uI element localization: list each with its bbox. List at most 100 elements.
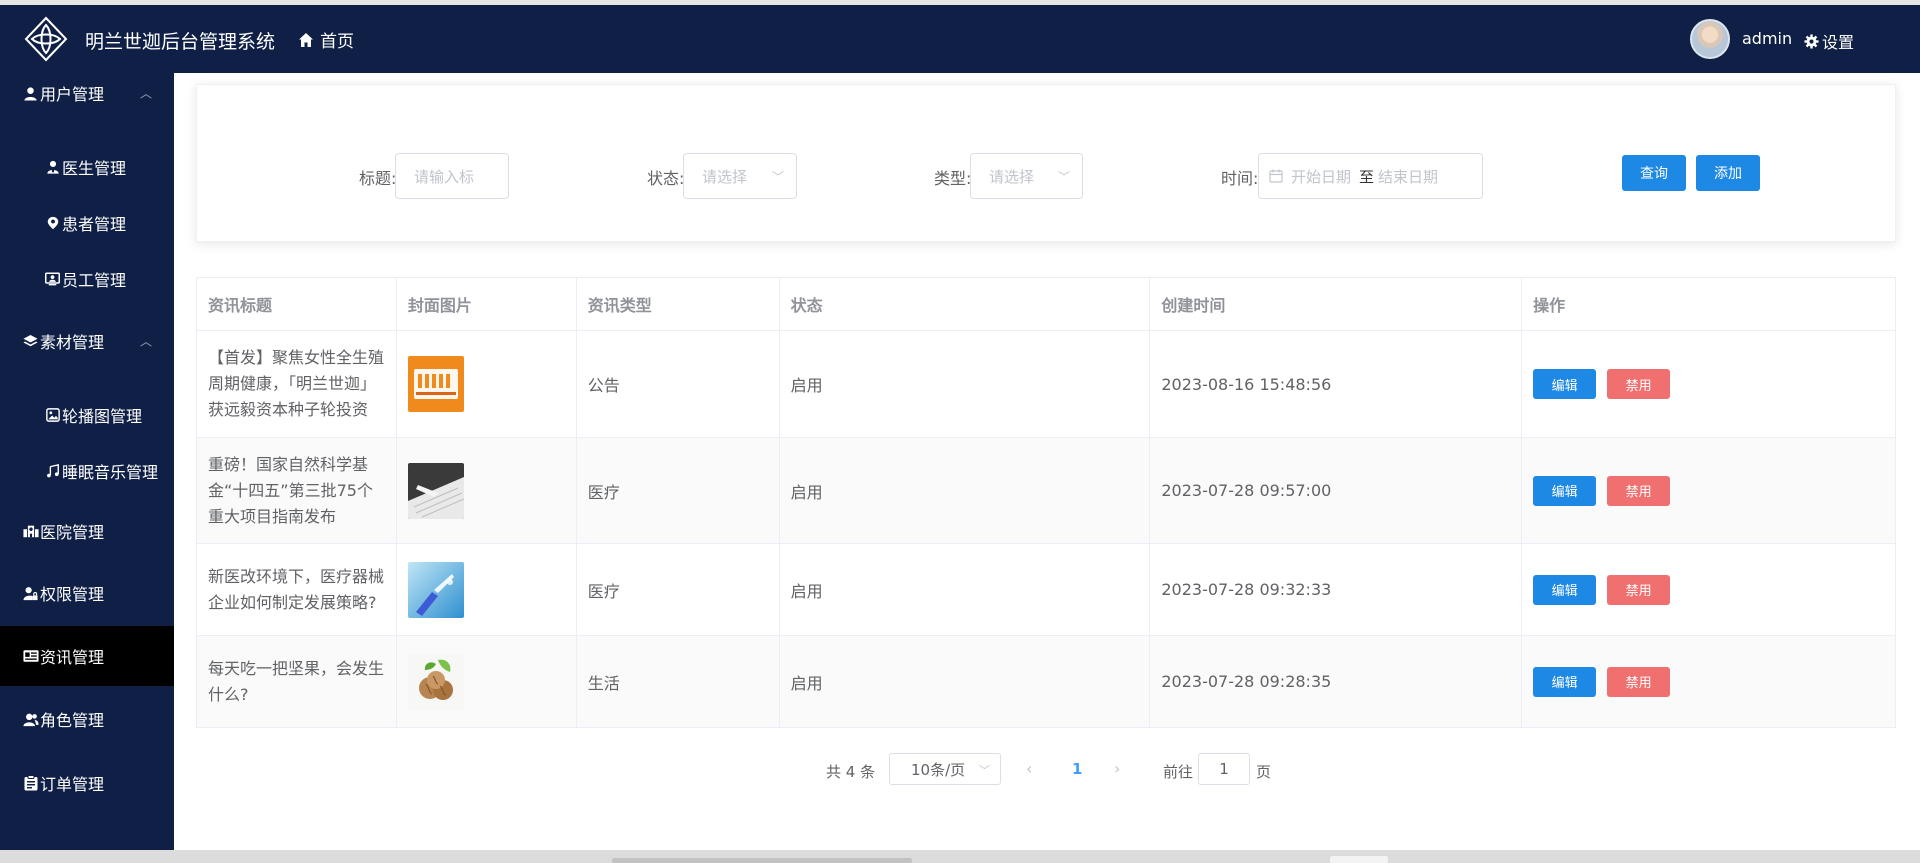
prev-page-icon[interactable]: ‹ xyxy=(1026,759,1032,778)
news-status-cell: 启用 xyxy=(778,543,1151,636)
news-type-cell: 医疗 xyxy=(575,543,780,636)
page-size-value: 10条/页 xyxy=(911,760,966,779)
actions-cell: 编辑 禁用 xyxy=(1521,543,1896,636)
status-filter-label: 状态: xyxy=(647,169,685,188)
next-page-icon[interactable]: › xyxy=(1114,759,1120,778)
column-header-type: 资讯类型 xyxy=(575,277,780,331)
sidebar-item-carousel-management[interactable]: 轮播图管理 xyxy=(0,395,174,435)
column-header-actions: 操作 xyxy=(1521,277,1896,331)
news-created-cell: 2023-08-16 15:48:56 xyxy=(1149,330,1523,438)
settings-button[interactable]: 设置 xyxy=(1804,29,1854,53)
cover-cell xyxy=(395,437,577,544)
disable-button[interactable]: 禁用 xyxy=(1607,574,1671,605)
sidebar-item-user-management[interactable]: 用户管理 ︿ xyxy=(0,73,174,113)
avatar[interactable] xyxy=(1690,19,1730,59)
image-icon xyxy=(44,407,61,424)
username[interactable]: admin xyxy=(1742,29,1792,48)
sidebar-item-hospital-management[interactable]: 医院管理 xyxy=(0,511,174,551)
cover-image-keyboard xyxy=(407,462,464,519)
table-row: 重磅！国家自然科学基金“十四五”第三批75个重大项目指南发布 医疗 启用 202… xyxy=(196,437,1896,544)
add-button[interactable]: 添加 xyxy=(1696,155,1760,191)
actions-cell: 编辑 禁用 xyxy=(1521,437,1896,544)
title-filter-input[interactable]: 请输入标 xyxy=(395,153,509,199)
edit-button[interactable]: 编辑 xyxy=(1533,666,1597,697)
app-title: 明兰世迦后台管理系统 xyxy=(85,31,276,53)
sidebar-item-label: 权限管理 xyxy=(40,585,105,604)
sidebar-item-news-management[interactable]: 资讯管理 xyxy=(0,626,174,686)
news-title-cell: 新医改环境下，医疗器械企业如何制定发展策略? xyxy=(196,543,397,636)
column-header-title: 资讯标题 xyxy=(196,277,397,331)
sidebar-item-material-management[interactable]: 素材管理 ︿ xyxy=(0,321,174,361)
start-date-placeholder[interactable]: 开始日期 xyxy=(1291,166,1351,187)
sidebar-item-label: 医院管理 xyxy=(40,523,105,542)
sidebar-item-doctor-management[interactable]: 医生管理 xyxy=(0,147,174,187)
sidebar-item-label: 医生管理 xyxy=(62,159,127,178)
chevron-up-icon: ︿ xyxy=(139,86,152,101)
goto-suffix: 页 xyxy=(1256,763,1272,781)
calendar-icon xyxy=(1269,169,1283,183)
app-root: 明兰世迦后台管理系统 首页 admin 设置 用户管理 ︿ 医生管理 患者管理 … xyxy=(0,0,1920,863)
home-icon xyxy=(299,32,313,47)
goto-page-input[interactable] xyxy=(1198,753,1250,785)
time-filter-label: 时间: xyxy=(1221,169,1259,188)
filter-panel: 标题: 请输入标 状态: 请选择 ﹀ 类型: 请选择 ﹀ 时间: 开始日期 至 … xyxy=(196,84,1896,242)
pagination-total: 共 4 条 xyxy=(826,763,876,781)
type-filter-placeholder: 请选择 xyxy=(989,167,1035,186)
sidebar-item-sleep-music-management[interactable]: 睡眠音乐管理 xyxy=(0,451,174,491)
range-separator: 至 xyxy=(1359,167,1375,186)
column-header-created: 创建时间 xyxy=(1149,277,1523,331)
news-created-cell: 2023-07-28 09:57:00 xyxy=(1149,437,1523,544)
sidebar-item-patient-management[interactable]: 患者管理 xyxy=(0,203,174,243)
home-link[interactable]: 首页 xyxy=(298,27,354,52)
sidebar-item-permission-management[interactable]: 权限管理 xyxy=(0,573,174,613)
sidebar-item-staff-management[interactable]: 员工管理 xyxy=(0,259,174,299)
table-row: 新医改环境下，医疗器械企业如何制定发展策略? 医疗 启用 2023-07-28 … xyxy=(196,543,1896,636)
sidebar-item-label: 角色管理 xyxy=(40,711,105,730)
building-icon xyxy=(22,523,39,540)
chevron-up-icon: ︿ xyxy=(139,334,152,349)
chevron-down-icon: ﹀ xyxy=(979,764,990,777)
horizontal-scrollbar[interactable] xyxy=(0,850,1920,863)
query-button[interactable]: 查询 xyxy=(1622,155,1686,191)
news-type-cell: 生活 xyxy=(575,635,780,728)
news-type-cell: 医疗 xyxy=(575,437,780,544)
status-filter-select[interactable]: 请选择 ﹀ xyxy=(683,153,797,199)
news-title-cell: 【首发】聚焦女性全生殖周期健康，「明兰世迦」获远毅资本种子轮投资 xyxy=(196,330,397,438)
page-size-select[interactable]: 10条/页 ﹀ xyxy=(889,753,1001,785)
scrollbar-thumb[interactable] xyxy=(612,858,912,863)
clipboard-icon xyxy=(22,775,39,792)
type-filter-select[interactable]: 请选择 ﹀ xyxy=(970,153,1083,199)
cover-cell xyxy=(395,543,577,636)
title-filter-label: 标题: xyxy=(359,169,397,188)
type-filter-label: 类型: xyxy=(934,169,972,188)
page-number-current[interactable]: 1 xyxy=(1072,760,1082,778)
user-icon xyxy=(22,85,39,102)
sidebar-item-label: 资讯管理 xyxy=(40,648,105,667)
column-header-status: 状态 xyxy=(778,277,1151,331)
chevron-down-icon: ﹀ xyxy=(1057,170,1070,184)
actions-cell: 编辑 禁用 xyxy=(1521,330,1896,438)
sidebar-item-role-management[interactable]: 角色管理 xyxy=(0,699,174,739)
actions-cell: 编辑 禁用 xyxy=(1521,635,1896,728)
sidebar-item-order-management[interactable]: 订单管理 xyxy=(0,763,174,803)
edit-button[interactable]: 编辑 xyxy=(1533,369,1597,399)
news-created-cell: 2023-07-28 09:28:35 xyxy=(1149,635,1523,728)
disable-button[interactable]: 禁用 xyxy=(1607,369,1671,399)
news-title-cell: 每天吃一把坚果，会发生什么? xyxy=(196,635,397,728)
date-range-picker[interactable]: 开始日期 至 结束日期 xyxy=(1258,153,1483,199)
column-header-cover: 封面图片 xyxy=(395,277,577,331)
disable-button[interactable]: 禁用 xyxy=(1607,475,1671,506)
news-created-cell: 2023-07-28 09:32:33 xyxy=(1149,543,1523,636)
id-card-icon xyxy=(44,271,61,288)
users-icon xyxy=(22,711,39,728)
sidebar-item-label: 轮播图管理 xyxy=(62,407,143,426)
scrollbar-thumb-secondary[interactable] xyxy=(1330,856,1388,863)
edit-button[interactable]: 编辑 xyxy=(1533,475,1597,506)
end-date-placeholder[interactable]: 结束日期 xyxy=(1378,166,1438,187)
layers-icon xyxy=(22,333,39,350)
sidebar: 用户管理 ︿ 医生管理 患者管理 员工管理 素材管理 ︿ 轮播图管理 睡眠音乐管… xyxy=(0,73,174,850)
disable-button[interactable]: 禁用 xyxy=(1607,666,1671,697)
table-header-row: 资讯标题 封面图片 资讯类型 状态 创建时间 操作 xyxy=(196,277,1896,331)
sidebar-item-label: 用户管理 xyxy=(40,85,105,104)
edit-button[interactable]: 编辑 xyxy=(1533,574,1597,605)
